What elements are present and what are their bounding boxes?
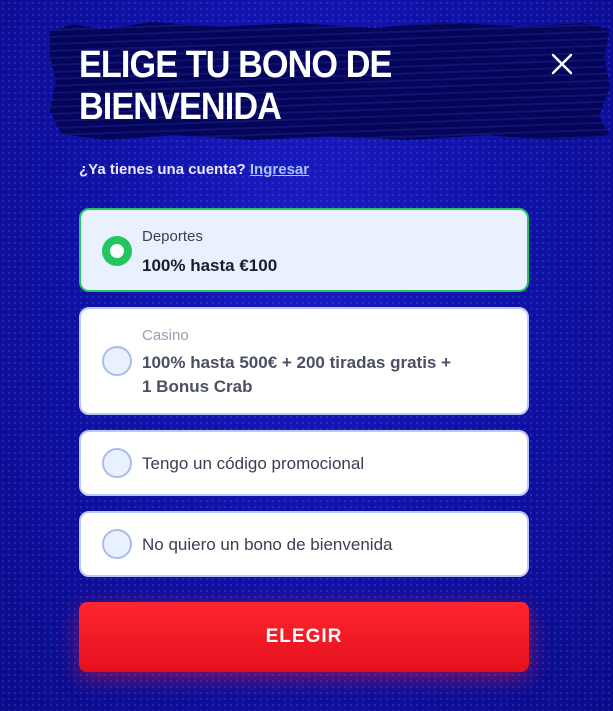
radio-selected-icon[interactable] [102, 236, 132, 266]
option-casino[interactable]: Casino 100% hasta 500€ + 200 tiradas gra… [79, 307, 529, 415]
login-link[interactable]: Ingresar [250, 161, 309, 178]
close-button[interactable] [548, 50, 576, 78]
option-deportes[interactable]: Deportes 100% hasta €100 [79, 208, 529, 292]
option-label: No quiero un bono de bienvenida [142, 535, 393, 554]
login-prompt: ¿Ya tienes una cuenta? Ingresar [79, 161, 309, 178]
page-title: ELIGE TU BONO DE BIENVENIDA [79, 44, 392, 128]
option-category: Deportes [142, 228, 203, 245]
radio-icon[interactable] [102, 529, 132, 559]
option-label: Tengo un código promocional [142, 454, 365, 473]
option-label: 100% hasta €100 [142, 256, 278, 275]
option-label-line1: 100% hasta 500€ + 200 tiradas gratis + [142, 353, 452, 372]
option-category: Casino [142, 327, 189, 344]
choose-button[interactable]: ELEGIR [79, 602, 529, 672]
login-question: ¿Ya tienes una cuenta? [79, 161, 246, 178]
option-no-bonus[interactable]: No quiero un bono de bienvenida [79, 511, 529, 577]
radio-icon[interactable] [102, 346, 132, 376]
option-promo-code[interactable]: Tengo un código promocional [79, 430, 529, 496]
radio-icon[interactable] [102, 448, 132, 478]
close-icon [551, 53, 573, 75]
option-label-line2: 1 Bonus Crab [142, 377, 253, 396]
